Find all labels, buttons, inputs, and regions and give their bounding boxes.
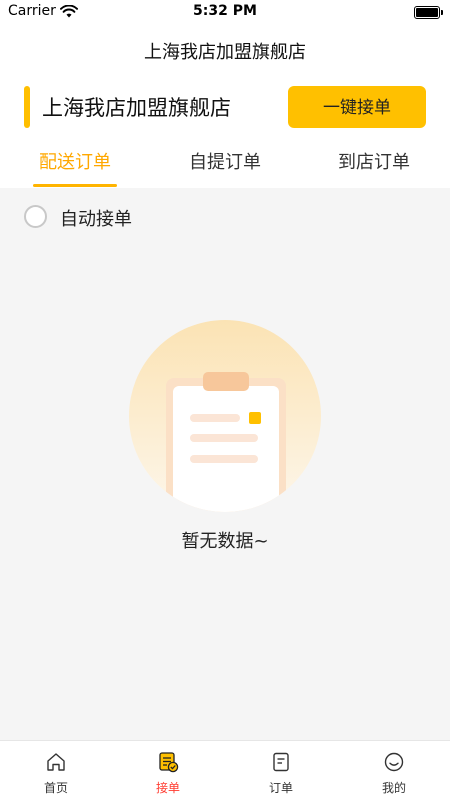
tab-in-store-orders[interactable]: 到店订单 bbox=[314, 148, 434, 174]
clock: 5:32 PM bbox=[193, 3, 257, 19]
active-tab-indicator bbox=[33, 184, 117, 187]
nav-profile[interactable]: 我的 bbox=[338, 741, 450, 801]
nav-profile-label: 我的 bbox=[381, 781, 406, 795]
accept-orders-icon bbox=[159, 752, 179, 773]
profile-icon bbox=[384, 752, 404, 772]
tab-delivery-orders[interactable]: 配送订单 bbox=[15, 148, 135, 174]
status-bar: Carrier 5:32 PM bbox=[0, 0, 450, 24]
empty-state-text: 暂无数据~ bbox=[181, 531, 269, 552]
one-click-accept-button[interactable]: 一键接单 bbox=[288, 86, 426, 128]
battery-icon bbox=[414, 6, 443, 19]
empty-clipboard-icon bbox=[129, 320, 321, 512]
store-name: 上海我店加盟旗舰店 bbox=[42, 96, 231, 120]
nav-header: 上海我店加盟旗舰店 bbox=[0, 24, 450, 76]
auto-accept-radio[interactable] bbox=[24, 205, 47, 228]
nav-home[interactable]: 首页 bbox=[0, 741, 112, 801]
store-accent-bar bbox=[24, 86, 30, 128]
tab-pickup-orders[interactable]: 自提订单 bbox=[165, 148, 285, 174]
nav-home-label: 首页 bbox=[43, 781, 68, 795]
bottom-tab-bar: 首页 接单 订单 我的 bbox=[0, 740, 450, 801]
auto-accept-label: 自动接单 bbox=[60, 209, 132, 230]
page-title: 上海我店加盟旗舰店 bbox=[144, 42, 306, 63]
orders-icon bbox=[273, 752, 289, 772]
order-type-tabs: 配送订单 自提订单 到店订单 bbox=[0, 138, 450, 188]
nav-orders-label: 订单 bbox=[268, 781, 293, 795]
nav-orders[interactable]: 订单 bbox=[225, 741, 337, 801]
store-bar: 上海我店加盟旗舰店 一键接单 bbox=[0, 76, 450, 138]
auto-accept-row: 自动接单 bbox=[0, 188, 450, 244]
home-icon bbox=[47, 753, 65, 771]
nav-accept-orders[interactable]: 接单 bbox=[112, 741, 224, 801]
nav-accept-orders-label: 接单 bbox=[155, 781, 180, 795]
